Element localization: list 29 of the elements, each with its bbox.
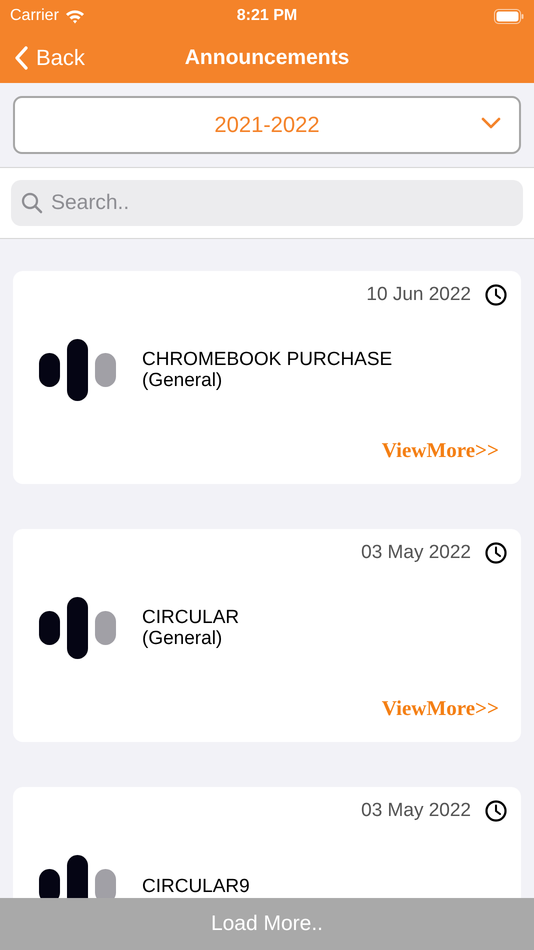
- date-label: 03 May 2022: [361, 800, 471, 822]
- bars-icon: [39, 597, 116, 659]
- back-button[interactable]: Back: [0, 44, 85, 70]
- announcement-title: CIRCULAR9: [142, 876, 250, 896]
- date-label: 10 Jun 2022: [366, 284, 471, 306]
- year-dropdown[interactable]: 2021-2022: [13, 96, 521, 154]
- clock-icon: [485, 542, 507, 564]
- carrier-label: Carrier: [10, 7, 59, 25]
- time-label: 8:21 PM: [236, 7, 298, 25]
- announcement-card[interactable]: 10 Jun 2022 CHROMEBOOK PURCHASE (General) ViewMore>>: [13, 271, 521, 484]
- bars-icon: [39, 339, 116, 401]
- announcement-card[interactable]: 03 May 2022 CIRCULAR9: [13, 787, 521, 898]
- screen-title: Announcements: [184, 46, 350, 70]
- chevron-left-icon: [14, 46, 28, 70]
- load-more-button[interactable]: Load More..: [0, 898, 534, 950]
- clock-icon: [485, 284, 507, 306]
- date-label: 03 May 2022: [361, 542, 471, 564]
- battery-icon: [494, 8, 524, 24]
- announcement-title: CHROMEBOOK PURCHASE: [142, 349, 392, 370]
- category-label: (General): [142, 628, 224, 649]
- wifi-icon: [65, 8, 85, 24]
- category-label: (General): [142, 370, 224, 391]
- announcement-card[interactable]: 03 May 2022 CIRCULAR (General) ViewMore>>: [13, 529, 521, 742]
- view-more-link[interactable]: ViewMore>>: [382, 438, 499, 463]
- view-more-link[interactable]: ViewMore>>: [382, 696, 499, 721]
- search-icon: [21, 192, 43, 214]
- clock-icon: [485, 800, 507, 822]
- announcement-title: CIRCULAR: [142, 607, 240, 628]
- chevron-down-icon: [481, 117, 501, 129]
